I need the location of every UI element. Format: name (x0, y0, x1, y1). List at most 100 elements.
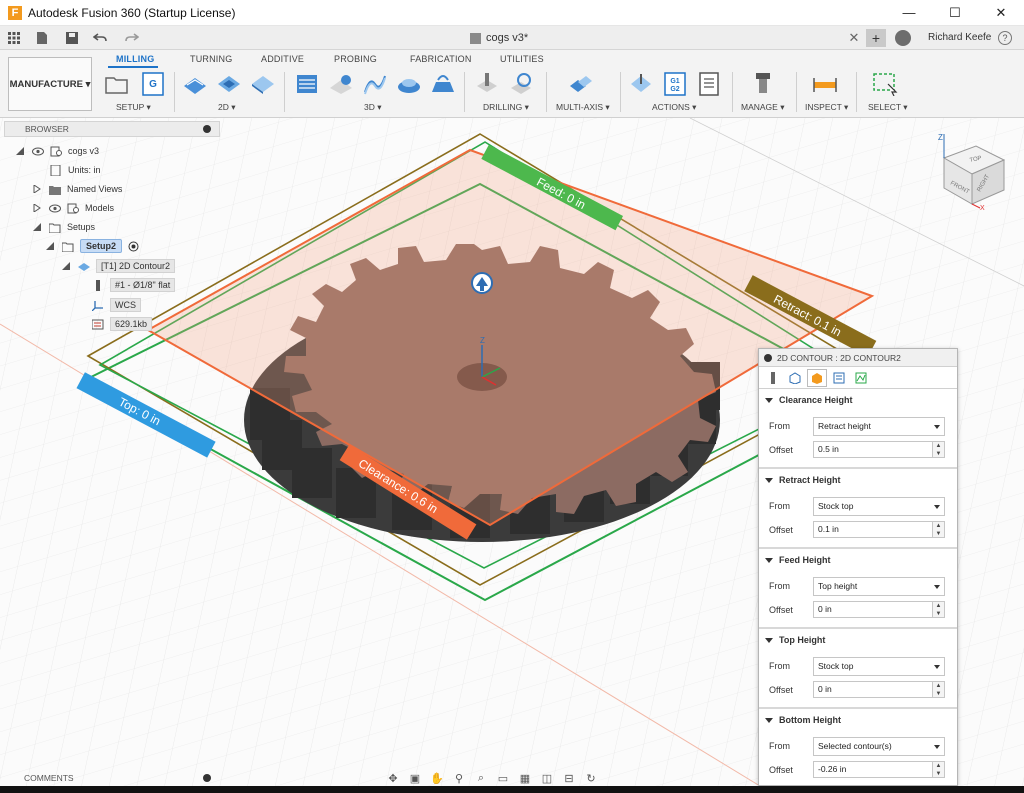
tool-library-icon[interactable] (750, 72, 776, 96)
section-toggle[interactable]: Bottom Height (765, 715, 841, 725)
fit-icon[interactable]: ⌕ (472, 771, 490, 785)
offset-spinner[interactable]: ▲ ▼ (933, 521, 945, 538)
view-cube[interactable]: TOP FRONT RIGHT Z X (930, 128, 1010, 212)
refresh-icon[interactable]: ↻ (582, 771, 600, 785)
maximize-button[interactable]: ☐ (932, 0, 978, 26)
grid-settings-icon[interactable]: ▦ (516, 771, 534, 785)
retract-offset-input[interactable]: 0.1 in (813, 521, 933, 538)
document-tab[interactable]: cogs v3* (470, 26, 528, 50)
expand-triangle-icon[interactable] (33, 185, 41, 193)
section-icon[interactable]: ⊟ (560, 771, 578, 785)
group-setup[interactable]: SETUP ▾ (116, 102, 151, 113)
tree-item-wcs[interactable]: WCS (92, 296, 141, 314)
expand-triangle-icon[interactable] (33, 204, 41, 212)
tree-item-operation[interactable]: [T1] 2D Contour2 (62, 257, 176, 275)
tab-passes[interactable] (829, 369, 849, 387)
browser-pin-icon[interactable] (203, 125, 211, 133)
dialog-pin-icon[interactable] (764, 354, 772, 362)
tab-geometry[interactable] (785, 369, 805, 387)
minimize-button[interactable]: — (886, 0, 932, 26)
tab-fabrication[interactable]: FABRICATION (410, 54, 472, 64)
help-icon[interactable]: ? (998, 31, 1012, 45)
zoom-icon[interactable]: ⚲ (450, 771, 468, 785)
tree-root[interactable]: cogs v3 (16, 142, 99, 160)
offset-spinner[interactable]: ▲ ▼ (933, 681, 945, 698)
tab-heights[interactable] (807, 368, 827, 387)
group-multi-axis[interactable]: MULTI-AXIS ▾ (556, 102, 610, 113)
face-icon[interactable] (250, 72, 276, 96)
multi-axis-icon[interactable] (568, 72, 594, 96)
contour-3d-icon[interactable] (396, 72, 422, 96)
undo-icon[interactable] (89, 27, 111, 49)
group-2d[interactable]: 2D ▾ (218, 102, 236, 113)
tree-item-setup2[interactable]: Setup2 (46, 237, 139, 255)
parallel-icon[interactable] (362, 72, 388, 96)
eye-icon[interactable] (49, 203, 61, 214)
collapse-triangle-icon[interactable] (33, 223, 41, 231)
tab-utilities[interactable]: UTILITIES (500, 54, 544, 64)
tree-item-models[interactable]: Models (33, 199, 114, 217)
close-tab-icon[interactable]: ✕ (845, 26, 863, 50)
browser-header[interactable]: BROWSER (4, 121, 220, 137)
data-panel-grid-icon[interactable] (3, 27, 25, 49)
activate-radio-icon[interactable] (128, 241, 139, 252)
tab-milling[interactable]: MILLING (116, 54, 154, 64)
feed-from-select[interactable]: Top height (813, 577, 945, 596)
tree-item-units[interactable]: Units: in (50, 161, 101, 179)
group-drilling[interactable]: DRILLING ▾ (483, 102, 529, 113)
3d-pocket-icon[interactable] (328, 72, 354, 96)
viewports-icon[interactable]: ◫ (538, 771, 556, 785)
bottom-offset-input[interactable]: -0.26 in (813, 761, 933, 778)
tree-item-toolpath[interactable]: 629.1kb (92, 315, 153, 333)
comments-add-icon[interactable] (203, 774, 211, 782)
retract-from-select[interactable]: Stock top (813, 497, 945, 516)
clearance-from-select[interactable]: Retract height (813, 417, 945, 436)
tree-item-tool[interactable]: #1 - Ø1/8" flat (92, 276, 176, 294)
group-actions[interactable]: ACTIONS ▾ (652, 102, 696, 113)
section-toggle[interactable]: Top Height (765, 635, 825, 645)
tab-turning[interactable]: TURNING (190, 54, 232, 64)
collapse-triangle-icon[interactable] (62, 262, 70, 270)
drill-icon[interactable] (474, 72, 500, 96)
redo-icon[interactable] (121, 27, 143, 49)
group-manage[interactable]: MANAGE ▾ (741, 102, 784, 113)
group-3d[interactable]: 3D ▾ (364, 102, 382, 113)
file-menu-icon[interactable] (31, 27, 53, 49)
new-setup-folder-icon[interactable] (104, 72, 130, 96)
2d-adaptive-icon[interactable] (182, 72, 208, 96)
scallop-icon[interactable] (430, 72, 456, 96)
move-arrow-handle[interactable] (471, 272, 493, 294)
top-from-select[interactable]: Stock top (813, 657, 945, 676)
setup-sheet-icon[interactable] (696, 72, 722, 96)
look-at-icon[interactable]: ▣ (406, 771, 424, 785)
post-process-icon[interactable]: G1G2 (662, 72, 688, 96)
dialog-header[interactable]: 2D CONTOUR : 2D CONTOUR2 (759, 349, 957, 367)
2d-pocket-icon[interactable] (216, 72, 242, 96)
hole-recognition-icon[interactable] (508, 72, 534, 96)
tab-tool[interactable] (763, 369, 783, 387)
orbit-icon[interactable]: ✥ (384, 771, 402, 785)
tab-linking[interactable] (851, 369, 871, 387)
user-account[interactable]: Richard Keefe (928, 26, 991, 50)
pan-icon[interactable]: ✋ (428, 771, 446, 785)
3d-adaptive-icon[interactable] (294, 72, 320, 96)
close-window-button[interactable]: ✕ (978, 0, 1024, 26)
job-status-icon[interactable] (895, 30, 911, 46)
tree-item-named-views[interactable]: Named Views (33, 180, 122, 198)
save-icon[interactable] (61, 27, 83, 49)
bottom-from-select[interactable]: Selected contour(s) (813, 737, 945, 756)
offset-spinner[interactable]: ▲ ▼ (933, 761, 945, 778)
workspace-switcher[interactable]: MANUFACTURE ▾ (8, 57, 92, 111)
measure-icon[interactable] (812, 72, 838, 96)
offset-spinner[interactable]: ▲ ▼ (933, 601, 945, 618)
eye-icon[interactable] (32, 146, 44, 157)
collapse-triangle-icon[interactable] (16, 147, 24, 155)
section-toggle[interactable]: Feed Height (765, 555, 831, 565)
collapse-triangle-icon[interactable] (46, 242, 54, 250)
group-inspect[interactable]: INSPECT ▾ (805, 102, 848, 113)
tab-probing[interactable]: PROBING (334, 54, 377, 64)
group-select[interactable]: SELECT ▾ (868, 102, 908, 113)
tree-item-setups[interactable]: Setups (33, 218, 95, 236)
display-settings-icon[interactable]: ▭ (494, 771, 512, 785)
comments-panel[interactable]: COMMENTS (0, 770, 224, 786)
